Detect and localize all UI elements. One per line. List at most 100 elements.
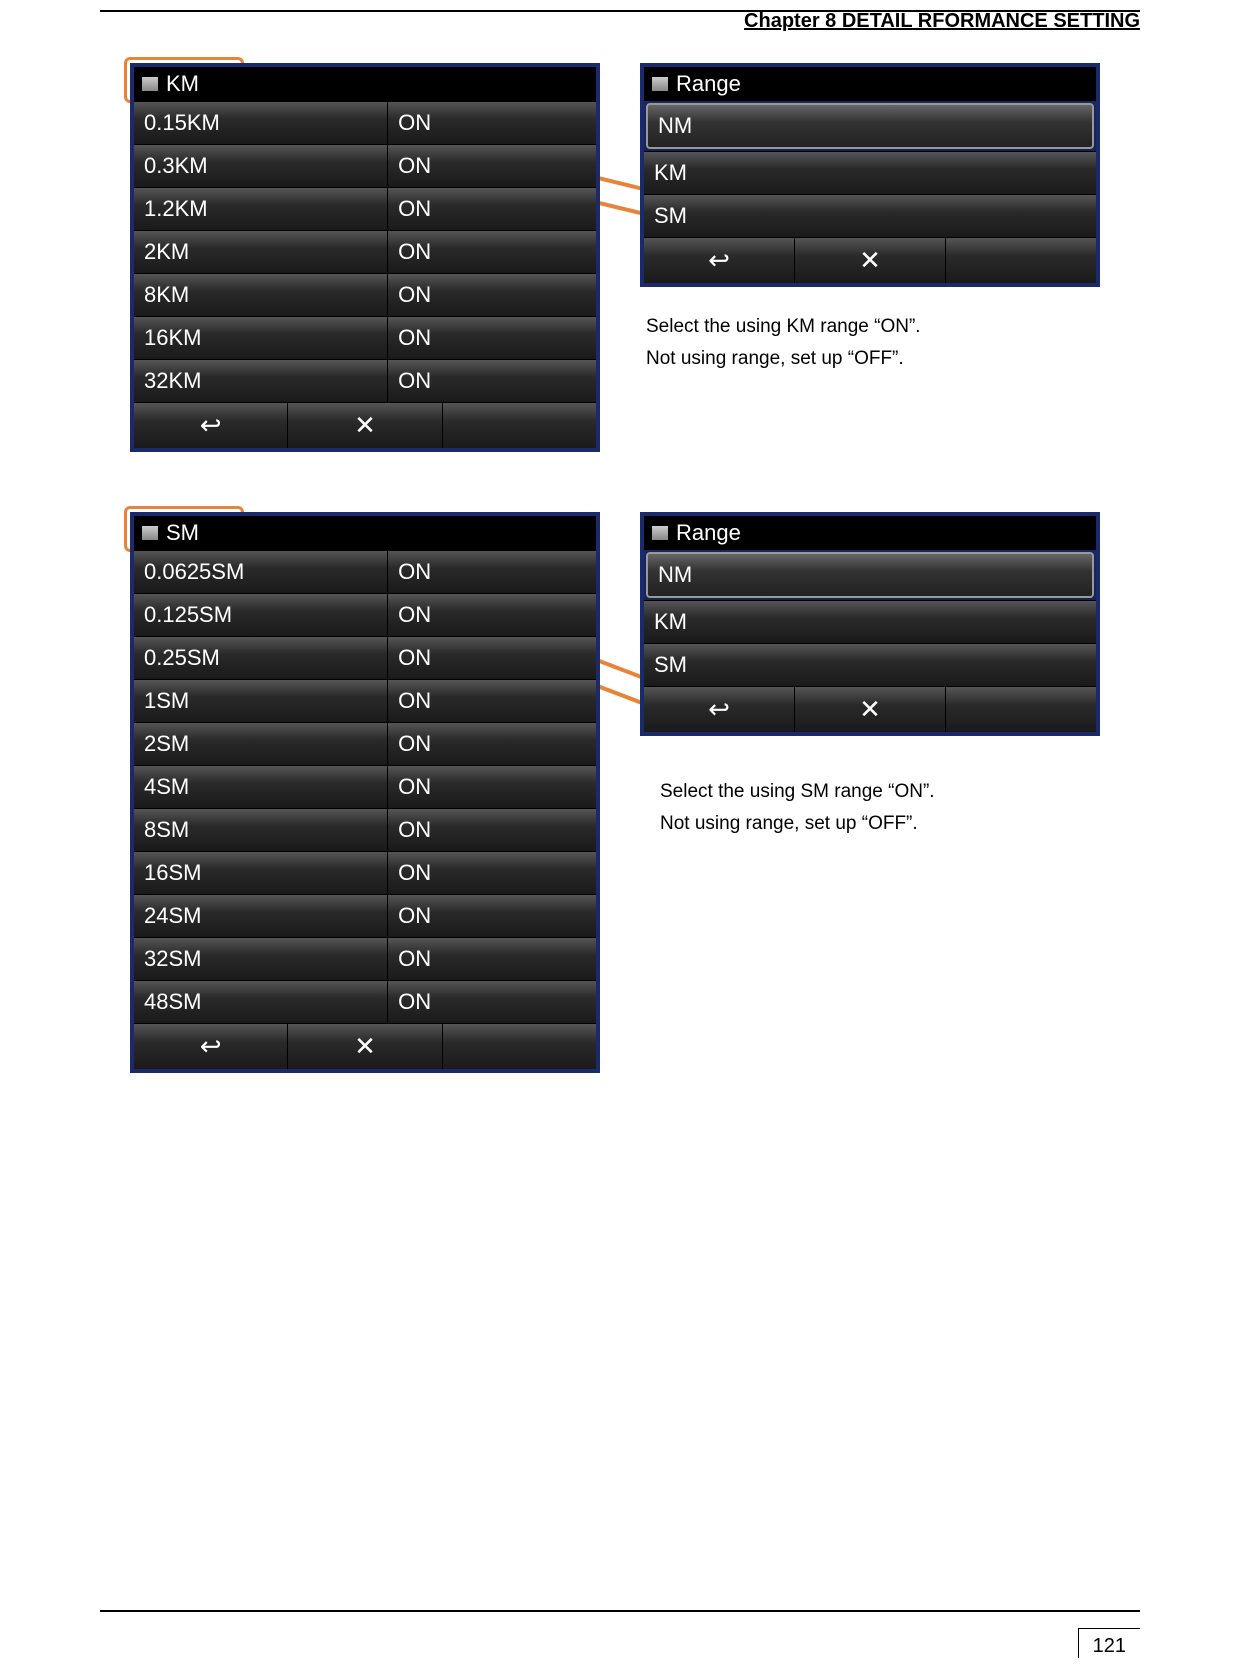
range-label: 1.2KM [134, 188, 388, 230]
flag-icon [142, 526, 158, 540]
range-unit-label: NM [648, 105, 1092, 147]
range-row[interactable]: 32SMON [134, 937, 596, 980]
range-label: 24SM [134, 895, 388, 937]
back-button[interactable]: ↩ [134, 403, 288, 448]
range-value: ON [388, 852, 596, 894]
nav-bar-km: ↩ ✕ [134, 402, 596, 448]
desc-km-line2: Not using range, set up “OFF”. [646, 343, 1140, 375]
back-icon: ↩ [708, 245, 730, 276]
nav-bar-range-1: ↩ ✕ [644, 237, 1096, 283]
panel-sm-ranges: SM 0.0625SMON0.125SMON0.25SMON1SMON2SMON… [130, 512, 600, 1073]
nav-empty [443, 403, 596, 448]
desc-km: Select the using KM range “ON”. Not usin… [640, 311, 1140, 376]
chapter-header: Chapter 8 DETAIL RFORMANCE SETTING [100, 10, 1140, 33]
back-icon: ↩ [708, 694, 730, 725]
panel-sm-title-text: SM [166, 520, 199, 546]
close-button[interactable]: ✕ [288, 1024, 442, 1069]
range-row[interactable]: 1.2KMON [134, 187, 596, 230]
range-label: 16KM [134, 317, 388, 359]
range-value: ON [388, 981, 596, 1023]
range-row[interactable]: 8KMON [134, 273, 596, 316]
back-button[interactable]: ↩ [134, 1024, 288, 1069]
range-row[interactable]: 0.125SMON [134, 593, 596, 636]
close-icon: ✕ [859, 245, 881, 276]
range-label: 0.15KM [134, 102, 388, 144]
range-row[interactable]: 0.25SMON [134, 636, 596, 679]
range-unit-item[interactable]: SM [644, 643, 1096, 686]
range-label: 32KM [134, 360, 388, 402]
range-row[interactable]: 8SMON [134, 808, 596, 851]
range-label: 2KM [134, 231, 388, 273]
range-unit-item[interactable]: SM [644, 194, 1096, 237]
range-row[interactable]: 0.0625SMON [134, 550, 596, 593]
page-number: 121 [1078, 1628, 1140, 1658]
range-row[interactable]: 48SMON [134, 980, 596, 1023]
range-value: ON [388, 895, 596, 937]
range-unit-item[interactable]: NM [646, 103, 1094, 149]
close-icon: ✕ [354, 1031, 376, 1062]
desc-sm: Select the using SM range “ON”. Not usin… [640, 776, 1140, 841]
range-row[interactable]: 24SMON [134, 894, 596, 937]
range-row[interactable]: 16SMON [134, 851, 596, 894]
range-label: 8SM [134, 809, 388, 851]
range-value: ON [388, 809, 596, 851]
range-row[interactable]: 1SMON [134, 679, 596, 722]
range-unit-label: KM [644, 601, 1096, 643]
close-button[interactable]: ✕ [288, 403, 442, 448]
range-value: ON [388, 938, 596, 980]
range-row[interactable]: 0.15KMON [134, 101, 596, 144]
range-unit-item[interactable]: KM [644, 151, 1096, 194]
panel-range-2: Range NM KMSM ↩ ✕ [640, 512, 1100, 736]
flag-icon [142, 77, 158, 91]
section-km: KM 0.15KMON0.3KMON1.2KMON2KMON8KMON16KMO… [130, 63, 1140, 452]
nav-bar-sm: ↩ ✕ [134, 1023, 596, 1069]
range-value: ON [388, 102, 596, 144]
panel-km-ranges: KM 0.15KMON0.3KMON1.2KMON2KMON8KMON16KMO… [130, 63, 600, 452]
range-row[interactable]: 32KMON [134, 359, 596, 402]
range-label: 4SM [134, 766, 388, 808]
back-button[interactable]: ↩ [644, 238, 795, 283]
range-unit-label: KM [644, 152, 1096, 194]
close-button[interactable]: ✕ [795, 687, 946, 732]
range-row[interactable]: 16KMON [134, 316, 596, 359]
close-icon: ✕ [354, 410, 376, 441]
range-label: 16SM [134, 852, 388, 894]
panel-sm-title: SM [134, 516, 596, 550]
range-unit-label: NM [648, 554, 1092, 596]
range-row[interactable]: 4SMON [134, 765, 596, 808]
range-row[interactable]: 0.3KMON [134, 144, 596, 187]
range-label: 0.125SM [134, 594, 388, 636]
close-button[interactable]: ✕ [795, 238, 946, 283]
flag-icon [652, 77, 668, 91]
range-value: ON [388, 723, 596, 765]
desc-sm-line2: Not using range, set up “OFF”. [660, 808, 1140, 840]
desc-km-line1: Select the using KM range “ON”. [646, 311, 1140, 343]
range-value: ON [388, 145, 596, 187]
range-label: 48SM [134, 981, 388, 1023]
range-value: ON [388, 188, 596, 230]
panel-range-2-title-text: Range [676, 520, 741, 546]
close-icon: ✕ [859, 694, 881, 725]
range-value: ON [388, 594, 596, 636]
panel-km-title-text: KM [166, 71, 199, 97]
range-value: ON [388, 231, 596, 273]
range-value: ON [388, 317, 596, 359]
nav-bar-range-2: ↩ ✕ [644, 686, 1096, 732]
range-label: 1SM [134, 680, 388, 722]
range-row[interactable]: 2KMON [134, 230, 596, 273]
back-button[interactable]: ↩ [644, 687, 795, 732]
section-sm: SM 0.0625SMON0.125SMON0.25SMON1SMON2SMON… [130, 512, 1140, 1073]
range-label: 0.0625SM [134, 551, 388, 593]
desc-sm-line1: Select the using SM range “ON”. [660, 776, 1140, 808]
panel-range-1-title-text: Range [676, 71, 741, 97]
panel-range-1: Range NM KMSM ↩ ✕ [640, 63, 1100, 287]
range-label: 0.25SM [134, 637, 388, 679]
back-icon: ↩ [200, 1031, 222, 1062]
range-unit-item[interactable]: KM [644, 600, 1096, 643]
range-value: ON [388, 680, 596, 722]
nav-empty [443, 1024, 596, 1069]
nav-empty [946, 238, 1096, 283]
nav-empty [946, 687, 1096, 732]
range-row[interactable]: 2SMON [134, 722, 596, 765]
range-unit-item[interactable]: NM [646, 552, 1094, 598]
